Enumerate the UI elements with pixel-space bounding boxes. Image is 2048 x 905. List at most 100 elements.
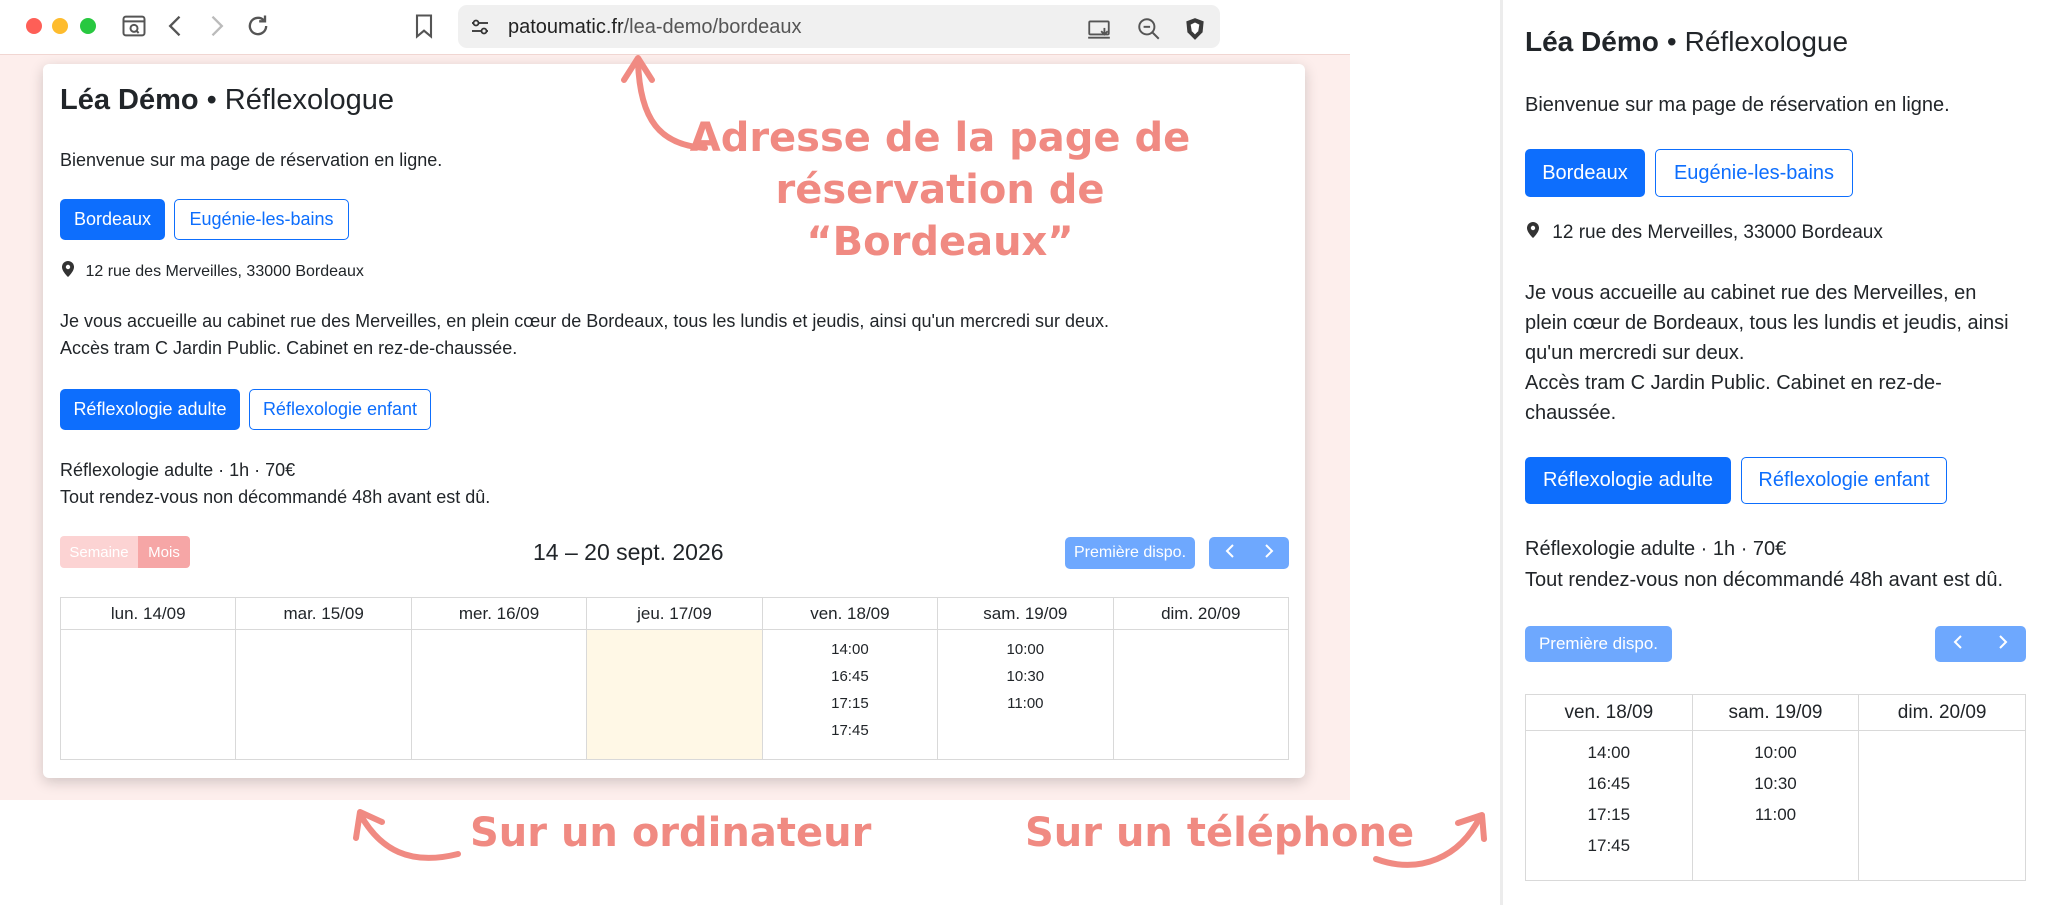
mobile-view: Léa Démo • Réflexologue Bienvenue sur ma p…	[1500, 0, 2048, 905]
forward-icon[interactable]	[202, 12, 230, 40]
calendar-day-header: ven. 18/09	[761, 597, 939, 630]
time-slot[interactable]: 10:30	[939, 663, 1111, 690]
bookmark-icon[interactable]	[410, 12, 438, 40]
description-line-2: Accès tram C Jardin Public. Cabinet en r…	[60, 338, 518, 358]
title-separator: •	[206, 84, 217, 116]
weekly-calendar: lun. 14/09 mar. 15/09 mer. 16/09 jeu. 17/09…	[59, 597, 1290, 760]
first-available-button[interactable]: Première dispo.	[1065, 537, 1195, 569]
week-view-button[interactable]: Semaine	[60, 536, 138, 568]
time-slot[interactable]: 10:00	[1694, 737, 1858, 768]
view-toggle: Semaine Mois	[60, 536, 190, 568]
close-window-button[interactable]	[26, 18, 42, 34]
address-bar[interactable]: patoumatic.fr/lea-demo/bordeaux	[458, 5, 1220, 48]
mobile-description-line-5: chaussée.	[1525, 402, 1617, 424]
calendar-day-header: dim. 20/09	[1112, 597, 1290, 630]
site-settings-icon[interactable]	[468, 15, 492, 39]
minimize-window-button[interactable]	[52, 18, 68, 34]
annotation-desktop: Sur un ordinateur	[470, 810, 872, 856]
calendar-day-header: sam. 19/09	[937, 597, 1114, 630]
mobile-weekly-calendar: ven. 18/09 sam. 19/09 dim. 20/09 14:00 16:4…	[1525, 694, 2026, 881]
mobile-practitioner-profession: Réflexologue	[1684, 26, 1849, 57]
time-slot[interactable]: 17:15	[764, 690, 936, 717]
mobile-week-nav-buttons	[1935, 626, 2026, 662]
calendar-day-header: sam. 19/09	[1691, 694, 1860, 731]
annotation-phone: Sur un téléphone	[1025, 810, 1415, 856]
time-slot[interactable]: 17:45	[764, 717, 936, 744]
map-pin-icon	[60, 260, 76, 283]
zoom-window-button[interactable]	[80, 18, 96, 34]
calendar-day-header: ven. 18/09	[1525, 694, 1693, 731]
reload-icon[interactable]	[244, 12, 272, 40]
week-nav-buttons	[1209, 537, 1289, 569]
service-info: Réflexologie adulte · 1h · 70€	[60, 460, 296, 480]
annotation-address: Adresse de la page de réservation de “Bo…	[660, 112, 1220, 268]
time-slot[interactable]: 11:00	[1694, 799, 1858, 830]
mobile-service-child-button[interactable]: Réflexologie enfant	[1741, 457, 1947, 504]
mobile-service-info: Réflexologie adulte · 1h · 70€	[1525, 538, 1787, 560]
time-slot[interactable]: 10:30	[1694, 768, 1858, 799]
mobile-first-available-button[interactable]: Première dispo.	[1525, 626, 1672, 662]
service-adult-button[interactable]: Réflexologie adulte	[60, 389, 240, 430]
arrow-to-desktop-icon	[353, 809, 461, 861]
calendar-day-column: 10:00 10:30 11:00	[937, 629, 1114, 760]
mobile-service-adult-button[interactable]: Réflexologie adulte	[1525, 457, 1731, 504]
mobile-welcome-text: Bienvenue sur ma page de réservation en …	[1525, 94, 1950, 116]
calendar-day-column	[59, 629, 237, 760]
mobile-address-line: 12 rue des Merveilles, 33000 Bordeaux	[1525, 220, 1883, 246]
annotation-address-line-1: Adresse de la page de	[689, 115, 1191, 161]
chevron-left-icon[interactable]	[1223, 543, 1237, 564]
back-icon[interactable]	[162, 12, 190, 40]
time-slot[interactable]: 14:00	[1527, 737, 1691, 768]
brave-shields-icon[interactable]	[1182, 16, 1208, 42]
calendar-day-column: 14:00 16:45 17:15 17:45	[761, 629, 939, 760]
time-slot[interactable]: 10:00	[939, 636, 1111, 663]
mobile-description-line-3: qu'un mercredi sur deux.	[1525, 342, 1745, 364]
mobile-title-separator: •	[1666, 26, 1677, 57]
install-app-icon[interactable]	[1086, 16, 1112, 42]
time-slot[interactable]: 17:15	[1527, 799, 1691, 830]
mobile-cancellation-policy: Tout rendez-vous non décommandé 48h avan…	[1525, 569, 2004, 591]
service-child-button[interactable]: Réflexologie enfant	[249, 389, 431, 430]
calendar-day-header: dim. 20/09	[1858, 694, 2026, 731]
calendar-day-header: mar. 15/09	[235, 597, 412, 630]
month-view-button[interactable]: Mois	[138, 536, 190, 568]
mobile-address-text: 12 rue des Merveilles, 33000 Bordeaux	[1552, 222, 1883, 243]
mobile-location-bordeaux-button[interactable]: Bordeaux	[1525, 149, 1645, 197]
url-host: patoumatic.fr	[508, 16, 624, 38]
calendar-day-column	[1112, 629, 1290, 760]
mobile-location-eugenie-button[interactable]: Eugénie-les-bains	[1655, 149, 1853, 197]
chevron-right-icon[interactable]	[1262, 543, 1276, 564]
calendar-day-column	[410, 629, 588, 760]
cancellation-policy: Tout rendez-vous non décommandé 48h avan…	[60, 487, 491, 507]
zoom-out-icon[interactable]	[1136, 16, 1162, 42]
mobile-chevron-left-icon[interactable]	[1951, 634, 1965, 655]
description-line-1: Je vous accueille au cabinet rue des Mer…	[60, 311, 1109, 331]
calendar-day-header: mer. 16/09	[410, 597, 588, 630]
mobile-description-line-4: Accès tram C Jardin Public. Cabinet en r…	[1525, 372, 1942, 394]
calendar-day-column: 14:00 16:45 17:15 17:45	[1525, 730, 1693, 881]
time-slot[interactable]: 17:45	[1527, 830, 1691, 861]
calendar-day-header: jeu. 17/09	[586, 597, 763, 630]
time-slot[interactable]: 16:45	[764, 663, 936, 690]
url-text: patoumatic.fr/lea-demo/bordeaux	[508, 16, 802, 39]
mobile-practitioner-name: Léa Démo	[1525, 26, 1659, 57]
location-eugenie-button[interactable]: Eugénie-les-bains	[174, 199, 349, 240]
week-range: 14 – 20 sept. 2026	[533, 539, 724, 565]
page-title: Léa Démo • Réflexologue	[60, 84, 394, 117]
mobile-map-pin-icon	[1525, 220, 1541, 246]
arrow-to-phone-icon	[1373, 812, 1487, 868]
location-bordeaux-button[interactable]: Bordeaux	[60, 199, 165, 240]
calendar-day-column	[235, 629, 412, 760]
practitioner-profession: Réflexologue	[224, 84, 395, 116]
mobile-chevron-right-icon[interactable]	[1996, 634, 2010, 655]
welcome-text: Bienvenue sur ma page de réservation en …	[60, 150, 443, 170]
time-slot[interactable]: 16:45	[1527, 768, 1691, 799]
annotation-address-line-2: réservation de “Bordeaux”	[775, 167, 1105, 265]
address-text: 12 rue des Merveilles, 33000 Bordeaux	[85, 262, 364, 280]
practitioner-name: Léa Démo	[60, 84, 199, 116]
sidebar-icon[interactable]	[120, 12, 148, 40]
time-slot[interactable]: 11:00	[939, 690, 1111, 717]
arrow-to-url-icon	[621, 55, 708, 151]
calendar-day-header: lun. 14/09	[59, 597, 237, 630]
time-slot[interactable]: 14:00	[764, 636, 936, 663]
